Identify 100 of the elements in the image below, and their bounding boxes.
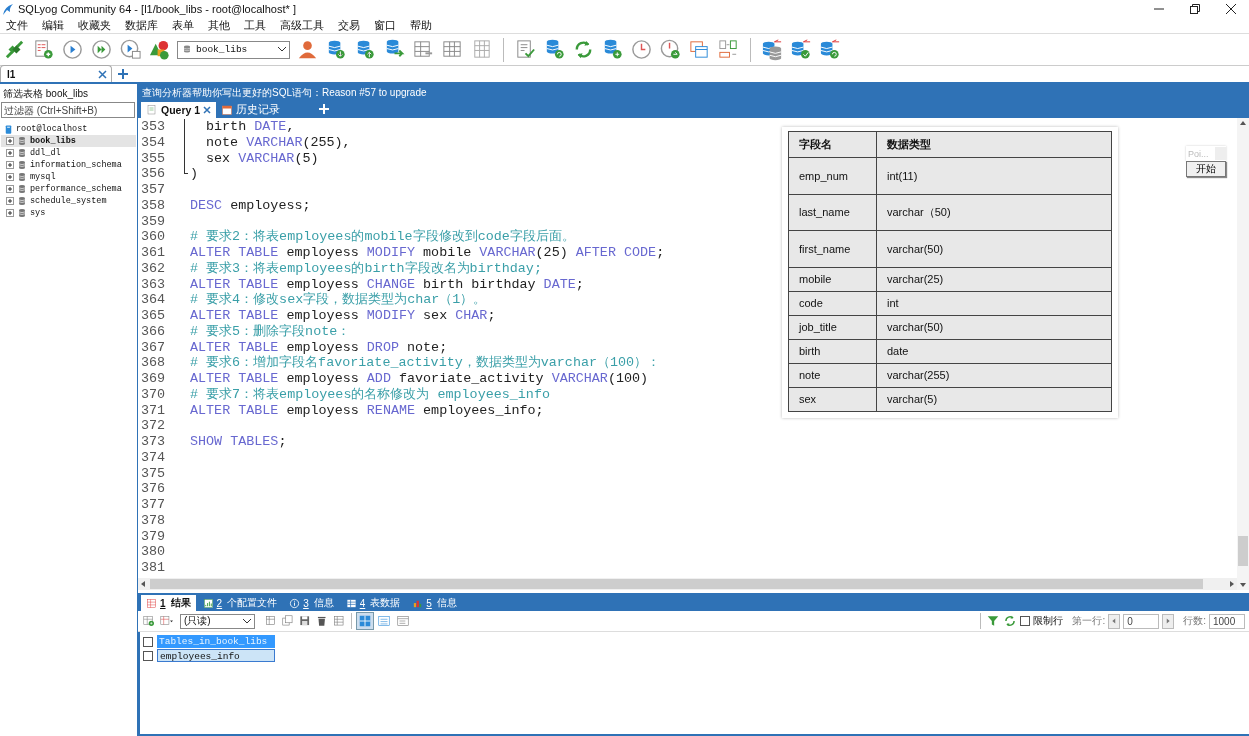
table-cell[interactable]: employees_info: [157, 649, 275, 662]
database-sync-icon[interactable]: [761, 38, 784, 61]
database-dropdown[interactable]: book_libs: [177, 40, 290, 59]
next-button[interactable]: [1162, 613, 1175, 629]
vertical-scrollbar[interactable]: [1237, 118, 1249, 590]
filter-icon[interactable]: [986, 614, 1001, 628]
plus-icon: [319, 104, 330, 114]
database-sync-icon[interactable]: [819, 38, 842, 61]
tree-item[interactable]: schedule_system: [1, 195, 136, 207]
code-line: ALTER TABLE employess ADD favoriate_activity VARCHAR(100): [190, 371, 649, 387]
layout-icon[interactable]: [717, 38, 740, 61]
window-icon[interactable]: [688, 38, 711, 61]
menu-item[interactable]: 交易: [338, 18, 368, 33]
table-cell: sex: [788, 387, 877, 411]
expand-icon[interactable]: [6, 149, 14, 157]
tree-item[interactable]: mysql: [1, 171, 136, 183]
result-tab[interactable]: 3 信息: [284, 595, 339, 611]
logo-icon: [2, 2, 14, 16]
menu-item[interactable]: 收藏夹: [78, 18, 119, 33]
menu-item[interactable]: 帮助: [410, 18, 440, 33]
clock-icon[interactable]: [630, 38, 653, 61]
tree-item[interactable]: information_schema: [1, 159, 136, 171]
code-line: # 要求3：将表employees的birth字段改名为birthday;: [190, 260, 542, 277]
save-icon[interactable]: [298, 614, 312, 628]
text-view-icon[interactable]: [396, 614, 410, 628]
expand-icon[interactable]: [6, 173, 14, 181]
code-line: ALTER TABLE employess DROP note;: [190, 339, 448, 355]
table-cell: birth: [788, 339, 877, 363]
expand-icon[interactable]: [6, 197, 14, 205]
table-cell: varchar(5): [876, 387, 1112, 411]
execute-icon[interactable]: [61, 38, 84, 61]
execute-grid-icon[interactable]: [119, 38, 142, 61]
menu-item[interactable]: 编辑: [42, 18, 72, 33]
grid-view-icon[interactable]: [358, 614, 372, 628]
start-button[interactable]: 开始: [1186, 161, 1226, 177]
link-icon[interactable]: [3, 38, 26, 61]
line-number: 360: [140, 229, 167, 245]
refresh-icon[interactable]: [1003, 614, 1018, 628]
editor-tab[interactable]: Query 1: [141, 102, 217, 118]
connection-tab[interactable]: l1: [0, 65, 112, 82]
grid-icon[interactable]: [159, 614, 173, 628]
line-number: 373: [140, 434, 167, 450]
table-cell: varchar(25): [876, 267, 1112, 291]
column-header: Tables_in_book_libs: [157, 635, 275, 648]
result-tab[interactable]: 4 表数据: [340, 595, 406, 611]
result-tab[interactable]: 5 信息: [407, 595, 462, 611]
field-label: 第一行:: [1072, 614, 1106, 628]
code-line: # 要求4：修改sex字段，数据类型为char（1）。: [190, 292, 487, 308]
menu-item[interactable]: 工具: [244, 18, 274, 33]
close-tab-button[interactable]: [98, 69, 107, 79]
expand-icon[interactable]: [6, 185, 14, 193]
menu-item[interactable]: 数据库: [125, 18, 166, 33]
expand-icon[interactable]: [6, 137, 14, 145]
line-number: 370: [140, 386, 167, 403]
previous-button[interactable]: [1108, 613, 1121, 629]
shapes-icon[interactable]: [148, 38, 171, 61]
line-number: 367: [140, 339, 167, 356]
tree-item[interactable]: sys: [1, 207, 136, 219]
checkbox[interactable]: [1020, 616, 1031, 626]
calendar-icon: [221, 104, 234, 116]
menu-item[interactable]: 表单: [172, 18, 202, 33]
close-tab-button[interactable]: [203, 106, 212, 114]
expand-icon[interactable]: [6, 209, 14, 217]
result-tab[interactable]: 2 个配置文件: [197, 595, 283, 611]
tree-item[interactable]: root@localhost: [1, 123, 136, 135]
line-number: 371: [140, 402, 167, 419]
editor-tab[interactable]: 历史记录: [216, 102, 286, 118]
checkbox[interactable]: [143, 650, 153, 661]
form-view-icon[interactable]: [377, 614, 391, 628]
document-check-icon[interactable]: [514, 38, 537, 61]
user-icon[interactable]: [296, 38, 319, 61]
trash-icon[interactable]: [315, 614, 329, 628]
filter-field[interactable]: 过滤器 (Ctrl+Shift+B): [1, 102, 135, 118]
menu-item[interactable]: 高级工具: [280, 18, 332, 33]
mode-dropdown[interactable]: (只读): [180, 613, 255, 629]
menu-item[interactable]: 文件: [6, 18, 36, 33]
tree-item[interactable]: book_libs: [1, 135, 136, 147]
grid-icon[interactable]: [264, 614, 278, 628]
tree-item[interactable]: performance_schema: [1, 183, 136, 195]
database-icon: [17, 208, 27, 218]
first-row-field[interactable]: 0: [1123, 613, 1160, 629]
server-icon: [3, 123, 14, 135]
table-cell: last_name: [788, 194, 877, 231]
expand-icon[interactable]: [6, 161, 14, 169]
scroll-thumb[interactable]: [1238, 536, 1248, 566]
database-sync-icon[interactable]: [790, 38, 813, 61]
menu-item[interactable]: 其他: [208, 18, 238, 33]
scroll-thumb[interactable]: [150, 579, 1203, 589]
checkbox[interactable]: [143, 636, 153, 647]
code-line: ALTER TABLE employess CHANGE birth birthday DATE;: [190, 276, 584, 292]
tree-item[interactable]: ddl_dl: [1, 147, 136, 159]
row-count-field[interactable]: 1000: [1209, 613, 1245, 629]
horizontal-scrollbar[interactable]: [138, 578, 1237, 590]
menu-item[interactable]: 窗口: [374, 18, 404, 33]
result-tab[interactable]: 1 结果: [141, 595, 196, 611]
code-line: # 要求7：将表employees的名称修改为 employees_info: [190, 386, 550, 403]
new-query-icon[interactable]: [32, 38, 55, 61]
clock-icon[interactable]: [659, 38, 682, 61]
grid-add-icon[interactable]: [142, 614, 156, 628]
execute-all-icon[interactable]: [90, 38, 113, 61]
